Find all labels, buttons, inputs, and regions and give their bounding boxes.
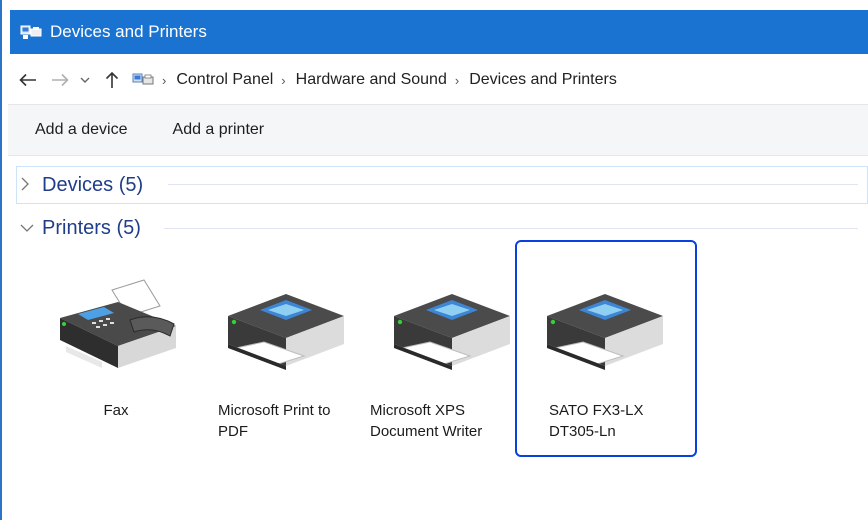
- breadcrumb-separator-icon: ›: [162, 72, 167, 88]
- printer-name: Microsoft XPS Document Writer: [370, 400, 530, 442]
- printers-group-label: Printers (5): [42, 216, 141, 239]
- devices-group-highlight: [16, 166, 868, 204]
- breadcrumb-separator-icon: ›: [281, 72, 286, 88]
- arrow-right-icon[interactable]: [48, 68, 72, 92]
- printer-name: SATO FX3-LX DT305-Ln: [549, 400, 709, 442]
- breadcrumb-control-panel[interactable]: Control Panel: [176, 71, 273, 89]
- printers-group-divider: [164, 228, 858, 229]
- title-bar-strip: Devices and Printers: [10, 10, 868, 54]
- add-device-button[interactable]: Add a device: [35, 115, 128, 145]
- printer-tile-microsoft-print-to-pdf[interactable]: Microsoft Print to PDF: [194, 240, 370, 456]
- chevron-right-icon: [20, 177, 36, 194]
- printer-name: Microsoft Print to PDF: [218, 400, 378, 442]
- title-bar: Devices and Printers: [2, 0, 868, 60]
- printer-name-line-2: DT305-Ln: [549, 423, 616, 440]
- printer-name: Fax: [103, 402, 129, 419]
- control-panel-icon: [132, 71, 154, 89]
- breadcrumb-separator-icon: ›: [454, 72, 460, 88]
- printer-icon: [386, 276, 516, 376]
- printer-icon: [220, 276, 350, 376]
- printer-name-line-1: Microsoft XPS: [370, 402, 466, 419]
- breadcrumb-hardware-and-sound[interactable]: Hardware and Sound: [296, 71, 447, 89]
- printer-icon: [539, 276, 669, 376]
- printer-name-line-2: PDF: [218, 423, 248, 440]
- add-printer-button[interactable]: Add a printer: [173, 115, 265, 145]
- chevron-down-icon: [20, 220, 36, 236]
- printer-name-line-1: Microsoft Print to: [218, 402, 331, 419]
- fax-icon: [52, 276, 182, 376]
- arrow-up-icon[interactable]: [100, 68, 124, 92]
- printer-tile-fax[interactable]: Fax: [26, 240, 202, 456]
- arrow-left-icon[interactable]: [16, 68, 40, 92]
- printer-tile-microsoft-xps-document-writer[interactable]: Microsoft XPS Document Writer: [360, 240, 536, 456]
- printers-group-header[interactable]: Printers (5): [20, 214, 141, 242]
- devices-group-header[interactable]: Devices (5): [20, 171, 143, 199]
- breadcrumb-devices-and-printers[interactable]: Devices and Printers: [469, 71, 617, 89]
- devices-group-divider: [168, 184, 858, 185]
- printer-name-line-2: Document Writer: [370, 423, 483, 440]
- chevron-down-icon[interactable]: [78, 68, 92, 92]
- devices-group-label: Devices (5): [42, 173, 144, 196]
- command-bar: Add a device Add a printer: [8, 104, 868, 156]
- address-bar: › Control Panel › Hardware and Sound › D…: [8, 60, 868, 100]
- devices-and-printers-icon: [20, 23, 42, 41]
- printer-tile-sato-fx3-lx-dt305-ln[interactable]: SATO FX3-LX DT305-Ln: [515, 240, 697, 457]
- printer-name-line-1: SATO FX3-LX: [549, 402, 644, 419]
- window-title: Devices and Printers: [50, 22, 207, 41]
